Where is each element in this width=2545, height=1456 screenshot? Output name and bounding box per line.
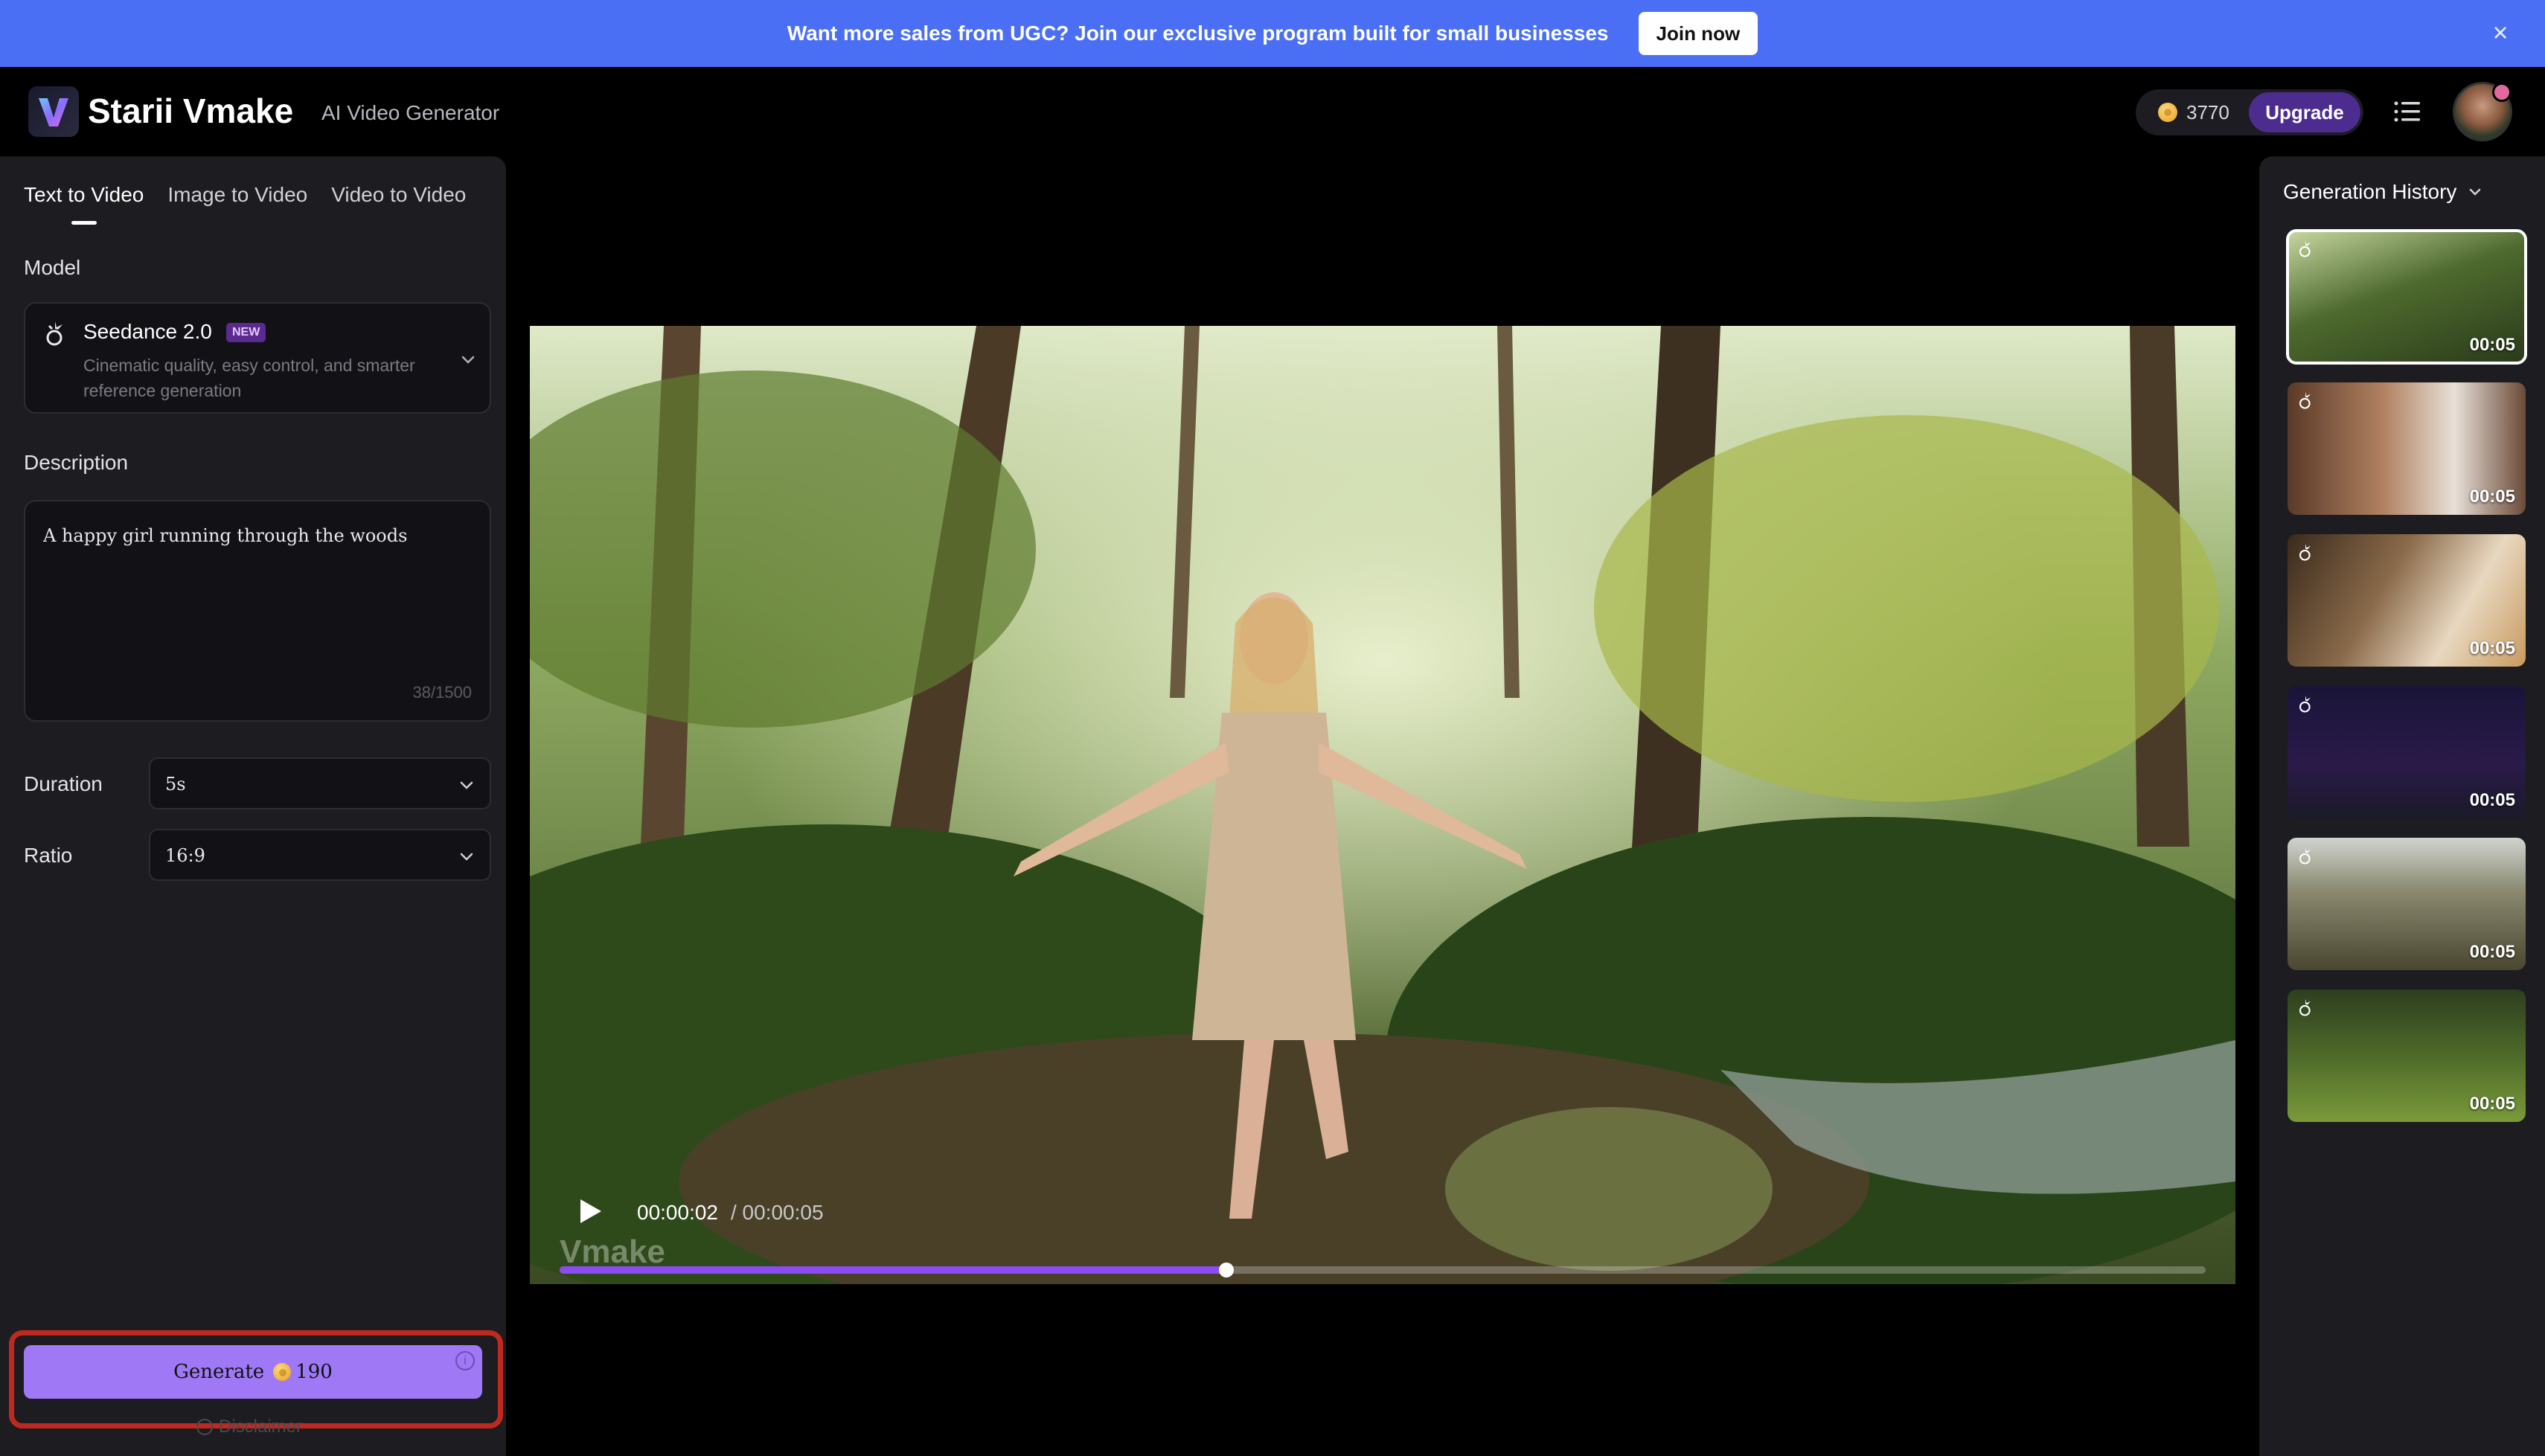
model-label: Model xyxy=(24,256,81,279)
credits-pill[interactable]: 3770 Upgrade xyxy=(2136,89,2363,135)
thumbnail-duration: 00:05 xyxy=(2469,790,2515,810)
thumbnail-duration: 00:05 xyxy=(2469,638,2515,658)
thumbnail-duration: 00:05 xyxy=(2469,335,2515,355)
vmake-logo-icon[interactable] xyxy=(28,86,79,137)
vmake-watermark: Vmake xyxy=(560,1234,665,1270)
play-icon[interactable] xyxy=(574,1196,604,1226)
history-thumbnail[interactable]: 00:05 xyxy=(2288,838,2526,970)
promo-banner: Want more sales from UGC? Join our exclu… xyxy=(0,0,2545,67)
video-player[interactable]: 00:00:02 / 00:00:05 Vmake xyxy=(530,326,2235,1284)
history-thumbnail[interactable]: 00:05 xyxy=(2288,534,2526,667)
close-icon[interactable]: × xyxy=(2484,16,2517,49)
notification-dot xyxy=(2492,83,2512,102)
description-label: Description xyxy=(24,451,129,474)
history-title: Generation History xyxy=(2283,180,2457,203)
generation-history-panel: Generation History 00:05 00:05 00:05 00:05 0… xyxy=(2259,156,2545,1456)
generation-settings-panel: Text to Video Image to Video Video to Vi… xyxy=(0,156,506,1456)
thumbnail-duration: 00:05 xyxy=(2469,942,2515,962)
banner-text: Want more sales from UGC? Join our exclu… xyxy=(787,22,1609,45)
join-now-button[interactable]: Join now xyxy=(1638,12,1758,55)
seedance-icon xyxy=(2299,240,2311,257)
thumbnail-duration: 00:05 xyxy=(2469,1094,2515,1114)
list-icon[interactable] xyxy=(2393,98,2421,125)
tab-video-to-video[interactable]: Video to Video xyxy=(331,183,466,225)
seedance-icon xyxy=(46,321,63,346)
model-description: Cinematic quality, easy control, and sma… xyxy=(83,356,415,400)
tab-image-to-video[interactable]: Image to Video xyxy=(167,183,307,225)
tab-text-to-video[interactable]: Text to Video xyxy=(24,183,144,225)
seedance-icon xyxy=(2299,998,2311,1016)
new-badge: NEW xyxy=(226,323,266,342)
description-textarea[interactable]: A happy girl running through the woods 3… xyxy=(24,500,491,722)
chevron-down-icon xyxy=(461,356,475,364)
video-frame xyxy=(530,326,2235,1284)
chevron-down-icon xyxy=(460,781,473,789)
history-thumbnail[interactable]: 00:05 xyxy=(2288,382,2526,515)
seedance-icon xyxy=(2299,695,2311,713)
duration-select[interactable]: 5s xyxy=(149,757,491,809)
duration-value: 5s xyxy=(165,774,186,795)
progress-bar[interactable] xyxy=(560,1263,2206,1277)
info-circle-icon xyxy=(196,1419,213,1435)
history-thumbnail[interactable]: 00:05 xyxy=(2288,990,2526,1122)
character-count: 38/1500 xyxy=(412,683,472,702)
history-thumbnail[interactable]: 00:05 xyxy=(2286,229,2527,365)
disclaimer-text: Disclaimer xyxy=(219,1417,303,1437)
generate-button[interactable]: Generate 190 i xyxy=(24,1345,482,1399)
history-list: 00:05 00:05 00:05 00:05 00:05 00:05 xyxy=(2286,229,2527,1141)
ratio-value: 16:9 xyxy=(165,845,205,866)
app-header: Starii Vmake AI Video Generator 3770 Upg… xyxy=(0,67,2545,156)
chevron-down-icon xyxy=(460,853,473,861)
ratio-label: Ratio xyxy=(24,844,73,867)
disclaimer-link[interactable]: Disclaimer xyxy=(196,1417,302,1437)
total-time: / 00:00:05 xyxy=(731,1201,824,1224)
coin-icon xyxy=(2158,103,2177,122)
coin-icon xyxy=(273,1363,292,1381)
generate-cost: 190 xyxy=(295,1361,333,1383)
current-time: 00:00:02 xyxy=(637,1201,718,1224)
seedance-icon xyxy=(2299,391,2311,409)
upgrade-button[interactable]: Upgrade xyxy=(2249,92,2360,132)
model-name: Seedance 2.0 xyxy=(83,320,212,343)
credit-balance: 3770 xyxy=(2186,100,2229,124)
brand-name[interactable]: Starii Vmake xyxy=(88,91,293,131)
chevron-down-icon xyxy=(2470,188,2481,196)
progress-knob[interactable] xyxy=(1218,1263,1234,1277)
user-avatar[interactable] xyxy=(2453,82,2512,141)
duration-label: Duration xyxy=(24,772,103,795)
seedance-icon xyxy=(2299,847,2311,865)
model-selector[interactable]: Seedance 2.0 NEW Cinematic quality, easy… xyxy=(24,302,491,414)
brand-subtitle: AI Video Generator xyxy=(321,101,500,124)
seedance-icon xyxy=(2299,543,2311,561)
generate-label: Generate xyxy=(173,1361,265,1383)
mode-tabs: Text to Video Image to Video Video to Vi… xyxy=(24,183,466,225)
description-text: A happy girl running through the woods xyxy=(43,525,408,546)
history-dropdown[interactable]: Generation History xyxy=(2283,180,2483,204)
ratio-select[interactable]: 16:9 xyxy=(149,829,491,881)
progress-fill xyxy=(560,1266,1226,1274)
info-icon[interactable]: i xyxy=(455,1351,475,1370)
thumbnail-duration: 00:05 xyxy=(2469,487,2515,507)
history-thumbnail[interactable]: 00:05 xyxy=(2288,686,2526,818)
